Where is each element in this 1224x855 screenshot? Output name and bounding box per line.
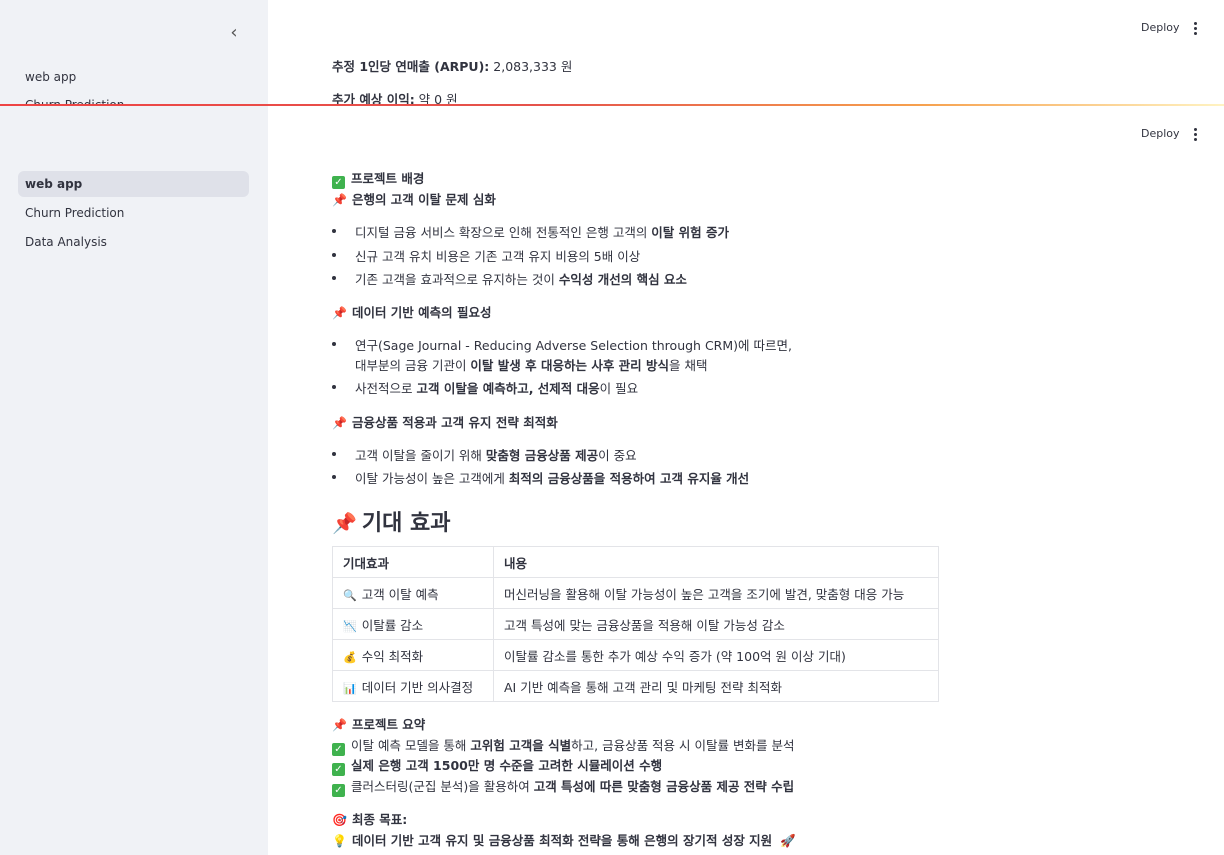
deploy-button[interactable]: Deploy: [1141, 127, 1180, 140]
stale-app-frame: ‹ web app Churn Prediction Deploy 추정 1인당…: [0, 0, 1224, 106]
collapse-sidebar-button[interactable]: ‹: [224, 21, 244, 43]
sidebar-top: ‹ web app Churn Prediction: [0, 0, 268, 106]
deploy-button[interactable]: Deploy: [1141, 21, 1180, 34]
arpu-metric: 추정 1인당 연매출 (ARPU): 2,083,333 원: [332, 56, 572, 75]
final-goal-text: 💡 데이터 기반 고객 유지 및 금융상품 최적화 전략을 통해 은행의 장기적 …: [332, 833, 796, 848]
arpu-value: 2,083,333 원: [489, 59, 573, 74]
section-title-data-prediction: 📌 데이터 기반 예측의 필요성: [332, 305, 492, 320]
list-item: 사전적으로 고객 이탈을 예측하고, 선제적 대응이 필요: [355, 381, 639, 396]
table-row: 🔍 고객 이탈 예측 머신러닝을 활용해 이탈 가능성이 높은 고객을 조기에 발…: [332, 577, 939, 609]
main-menu-button[interactable]: [1190, 126, 1202, 142]
list-item: 디지털 금융 서비스 확장으로 인해 전통적인 은행 고객의 이탈 위험 증가: [355, 225, 730, 240]
main-menu-button[interactable]: [1190, 20, 1202, 36]
magnifier-icon: 🔍: [343, 588, 357, 602]
sidebar-item-churn-prediction[interactable]: Churn Prediction: [18, 200, 249, 226]
list-item: 신규 고객 유치 비용은 기존 고객 유지 비용의 5배 이상: [355, 249, 641, 264]
table-row: 📊 데이터 기반 의사결정 AI 기반 예측을 통해 고객 관리 및 마케팅 전략…: [332, 670, 939, 702]
sidebar-item-web-app[interactable]: web app: [18, 171, 249, 197]
pin-icon: 📌: [332, 193, 347, 207]
list-item: 이탈 가능성이 높은 고객에게 최적의 금융상품을 적용하여 고객 유지율 개선: [355, 471, 750, 486]
rocket-icon: 🚀: [780, 833, 796, 848]
list-item: 연구(Sage Journal - Reducing Adverse Selec…: [355, 338, 792, 353]
section-title-product-strategy: 📌 금융상품 적용과 고객 유지 전략 최적화: [332, 415, 558, 430]
summary-item: ✓ 클러스터링(군집 분석)을 활용하여 고객 특성에 따른 맞춤형 금융상품 제…: [332, 776, 794, 797]
chevron-left-icon: ‹: [230, 21, 238, 43]
column-header-description: 내용: [493, 546, 939, 578]
bar-chart-icon: 📊: [343, 681, 357, 695]
check-icon: ✓: [332, 763, 345, 776]
table-row: 📉 이탈률 감소 고객 특성에 맞는 금융상품을 적용해 이탈 가능성 감소: [332, 608, 939, 640]
expected-effects-table: 기대효과 내용 🔍 고객 이탈 예측 머신러닝을 활용해 이탈 가능성이 높은 고…: [332, 546, 939, 702]
check-icon: ✓: [332, 784, 345, 797]
summary-title: 📌 프로젝트 요약: [332, 717, 426, 732]
check-icon: ✓: [332, 176, 345, 189]
list-item: 고객 이탈을 줄이기 위해 맞춤형 금융상품 제공이 중요: [355, 448, 637, 463]
sidebar-top-item-web-app[interactable]: web app: [25, 70, 76, 84]
list-item: 기존 고객을 효과적으로 유지하는 것이 수익성 개선의 핵심 요소: [355, 272, 687, 287]
table-row: 💰 수익 최적화 이탈률 감소를 통한 추가 예상 수익 증가 (약 100억 원…: [332, 639, 939, 671]
lightbulb-icon: 💡: [332, 834, 347, 848]
list-item-continuation: 대부분의 금융 기관이 이탈 발생 후 대응하는 사후 관리 방식을 채택: [355, 358, 708, 373]
pin-icon: 📌: [332, 718, 347, 732]
pin-icon: 📌: [332, 306, 347, 320]
app-frame: web app Churn Prediction Data Analysis D…: [0, 104, 1224, 855]
sidebar-item-data-analysis[interactable]: Data Analysis: [18, 229, 249, 255]
pin-icon: 📌: [332, 511, 357, 535]
final-goal-title: 🎯 최종 목표:: [332, 812, 408, 827]
arpu-label: 추정 1인당 연매출 (ARPU):: [332, 59, 490, 74]
background-title: ✓ 프로젝트 배경: [332, 168, 424, 189]
pin-icon: 📌: [332, 416, 347, 430]
table-header-row: 기대효과 내용: [332, 546, 939, 578]
expected-effects-heading: 📌 기대 효과: [332, 511, 451, 536]
target-icon: 🎯: [332, 813, 347, 827]
money-bag-icon: 💰: [343, 650, 357, 664]
chart-down-icon: 📉: [343, 619, 357, 633]
section-title-churn-problem: 📌 은행의 고객 이탈 문제 심화: [332, 192, 496, 207]
sidebar: web app Churn Prediction Data Analysis: [0, 106, 268, 855]
summary-item: ✓ 이탈 예측 모델을 통해 고위험 고객을 식별하고, 금융상품 적용 시 이탈…: [332, 735, 794, 756]
column-header-effect: 기대효과: [332, 546, 494, 578]
summary-item: ✓ 실제 은행 고객 1500만 명 수준을 고려한 시뮬레이션 수행: [332, 755, 662, 776]
